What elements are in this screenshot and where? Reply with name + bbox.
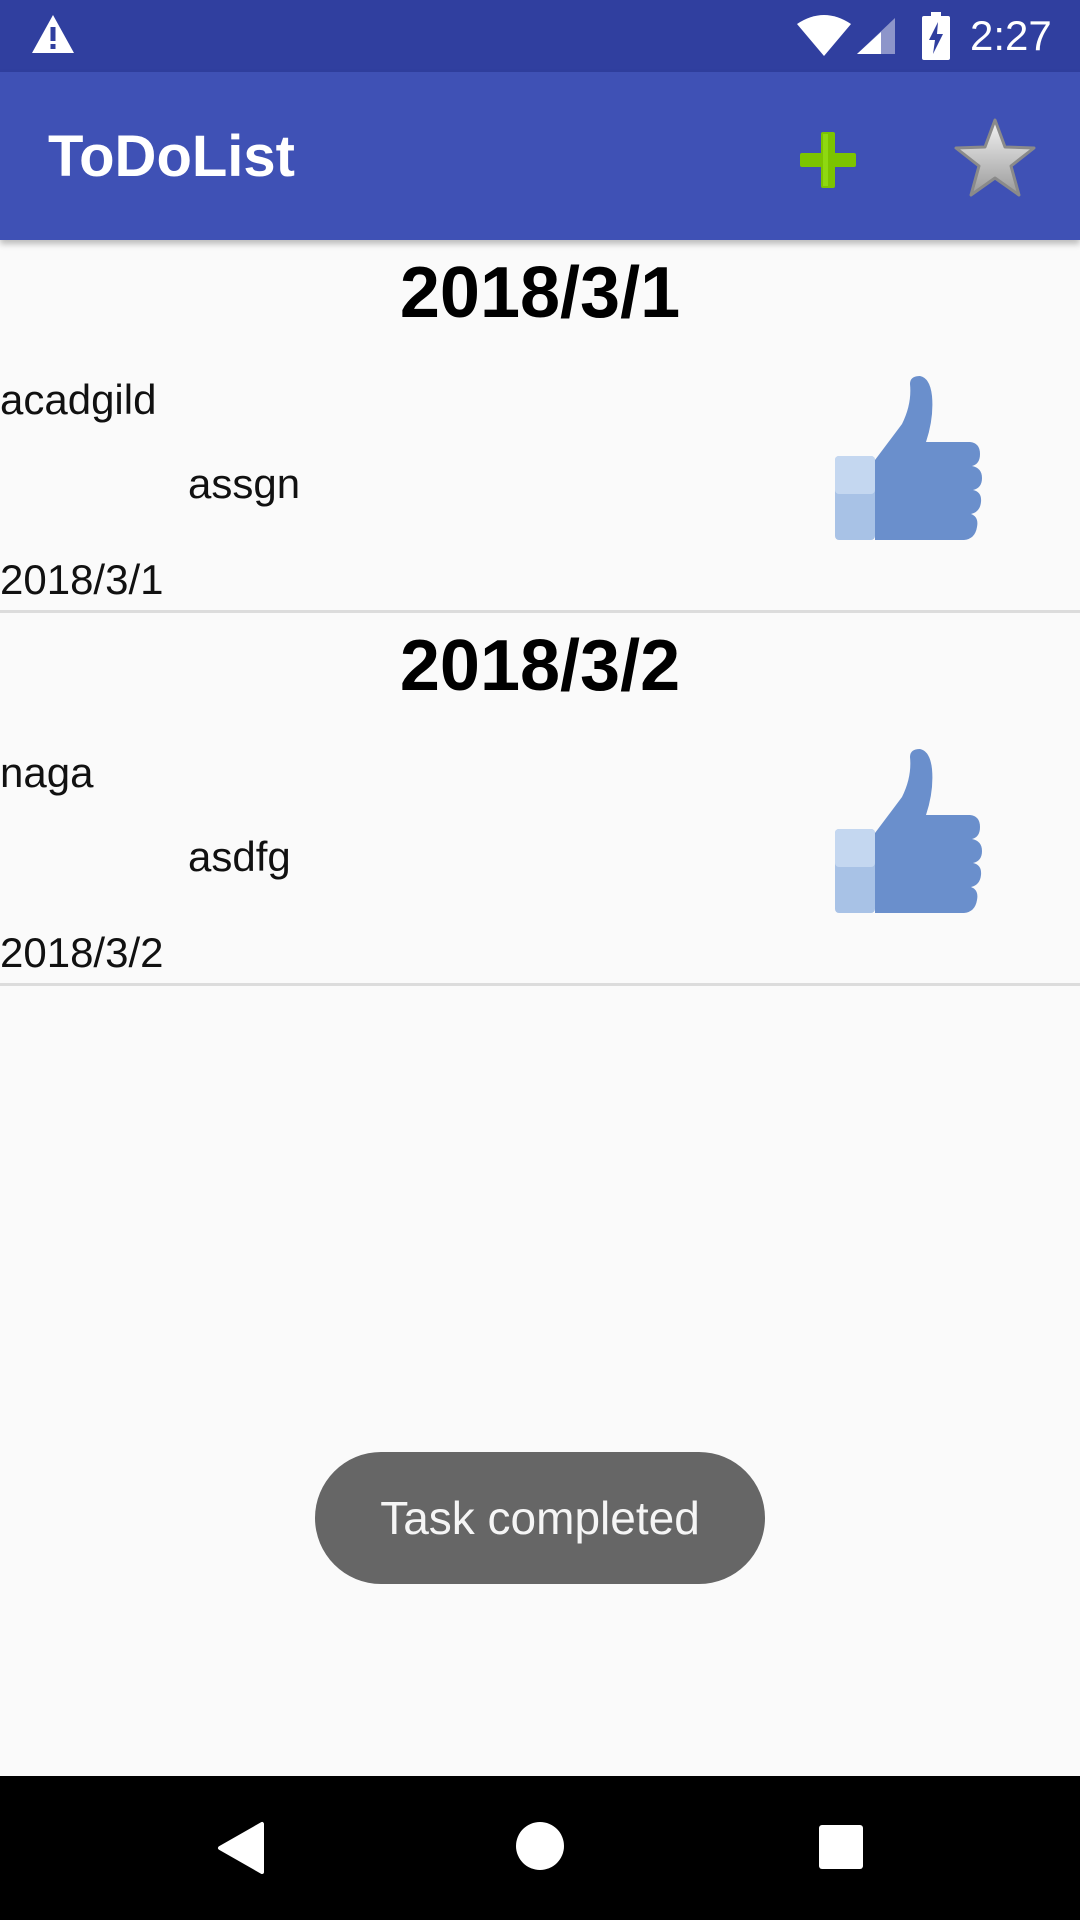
task-heading: 2018/3/2 <box>399 626 681 706</box>
cell-signal-icon <box>857 18 895 54</box>
home-icon[interactable] <box>514 1820 566 1872</box>
battery-charging-icon <box>922 12 950 60</box>
toast-message: Task completed <box>315 1452 765 1584</box>
thumbs-up-icon[interactable] <box>830 376 992 544</box>
task-date: 2018/3/1 <box>0 556 164 603</box>
task-date: 2018/3/2 <box>0 929 164 976</box>
task-description: assgn <box>188 460 301 507</box>
thumbs-up-icon[interactable] <box>830 749 992 917</box>
status-bar: 2:27 <box>0 0 1080 72</box>
task-list: 2018/3/1 acadgild assgn 2018/3/1 2018/3/… <box>0 240 1080 986</box>
screen: 2:27 ToDoList 2018/3/1 acadgild assgn 20… <box>0 0 1080 1920</box>
task-description: asdfg <box>188 833 291 880</box>
app-bar: ToDoList <box>0 72 1080 240</box>
warning-icon <box>32 15 74 53</box>
status-time: 2:27 <box>970 12 1052 59</box>
star-icon[interactable] <box>952 116 1038 202</box>
task-item[interactable]: 2018/3/2 naga asdfg 2018/3/2 <box>0 613 1080 986</box>
back-icon[interactable] <box>214 1820 270 1876</box>
task-heading: 2018/3/1 <box>399 253 681 333</box>
task-item[interactable]: 2018/3/1 acadgild assgn 2018/3/1 <box>0 240 1080 613</box>
wifi-icon <box>797 15 851 56</box>
navigation-bar <box>0 1776 1080 1920</box>
recents-icon[interactable] <box>818 1824 864 1870</box>
add-icon[interactable] <box>792 124 864 196</box>
task-name: naga <box>0 749 94 796</box>
task-name: acadgild <box>0 376 157 423</box>
app-title: ToDoList <box>48 124 295 189</box>
